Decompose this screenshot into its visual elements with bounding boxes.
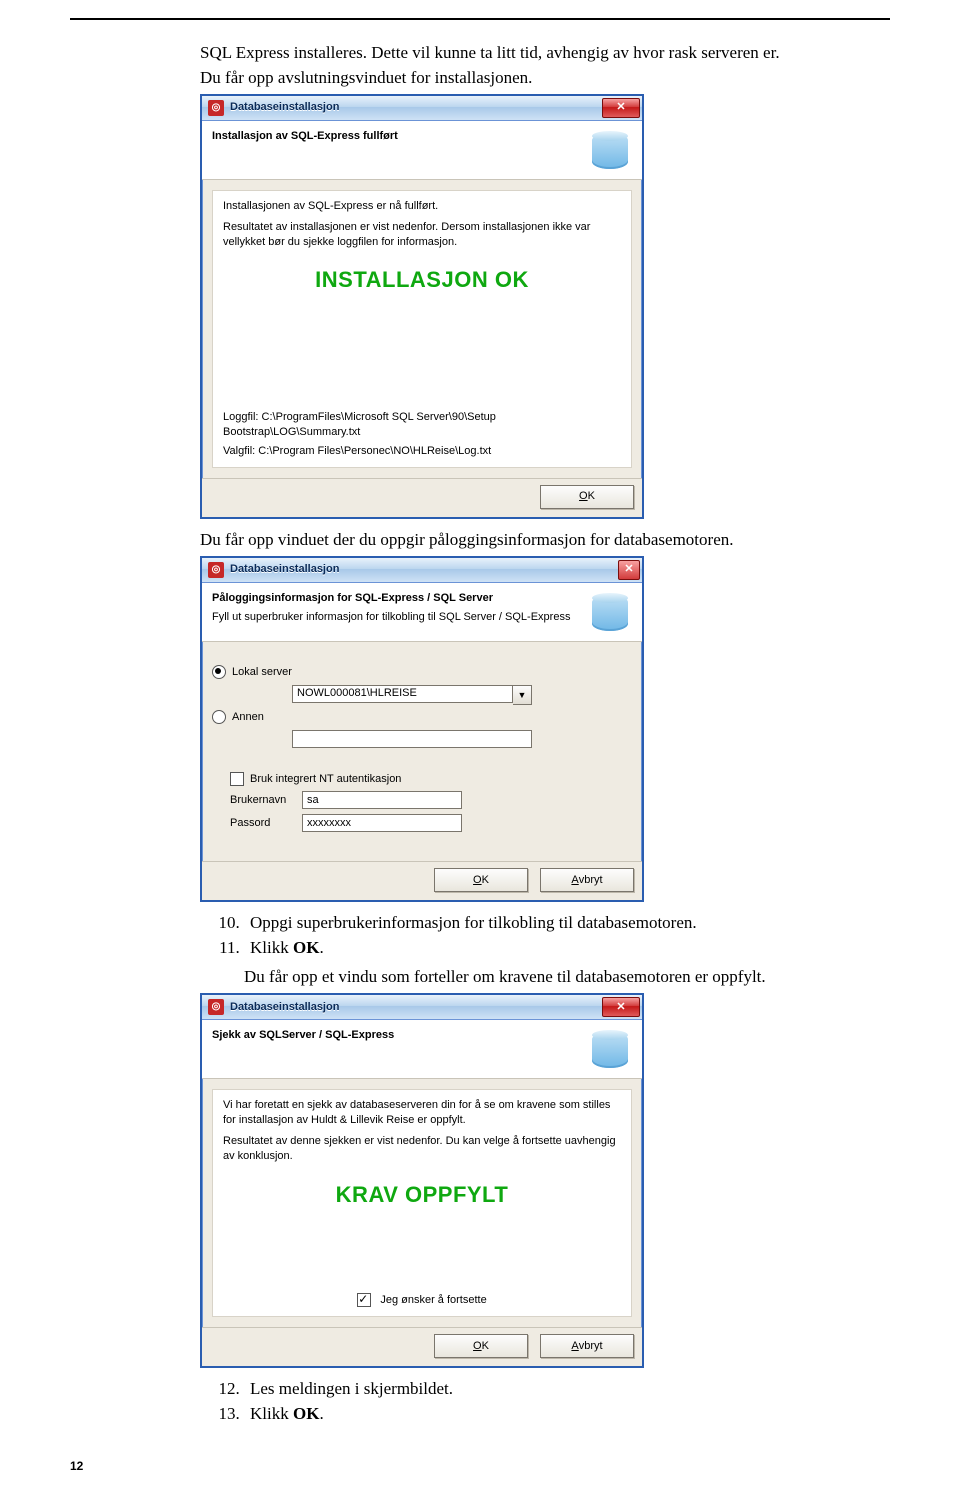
page-number: 12 (70, 1459, 83, 1473)
database-icon (588, 591, 632, 635)
dialog-heading: Påloggingsinformasjon for SQL-Express / … (212, 591, 578, 606)
window-title: Databaseinstallasjon (230, 100, 602, 115)
step-list: Oppgi superbrukerinformasjon for tilkobl… (200, 912, 800, 960)
nt-auth-checkbox[interactable] (230, 772, 244, 786)
page-top-rule (70, 18, 890, 20)
radio-local-server[interactable] (212, 665, 226, 679)
intro-text-2: Du får opp avslutningsvinduet for instal… (200, 67, 800, 90)
check-line-2: Resultatet av denne sjekken er vist nede… (223, 1134, 621, 1164)
info-line-1: Installasjonen av SQL-Express er nå full… (223, 199, 621, 214)
step-list-2: Les meldingen i skjermbildet. Klikk OK. (200, 1378, 800, 1426)
ok-button[interactable]: OK (434, 1334, 528, 1358)
chevron-down-icon[interactable]: ▼ (513, 685, 532, 705)
intro-text-1: SQL Express installeres. Dette vil kunne… (200, 42, 800, 65)
dialog-login-info: ◎ Databaseinstallasjon ✕ Påloggingsinfor… (200, 556, 644, 903)
ok-button[interactable]: OK (434, 868, 528, 892)
close-button[interactable]: ✕ (618, 560, 640, 580)
after-win1-text: Du får opp vinduet der du oppgir påloggi… (200, 529, 800, 552)
logfile-row: Loggfil: C:\ProgramFiles\Microsoft SQL S… (223, 410, 621, 440)
close-icon: ✕ (616, 100, 625, 115)
dialog-install-complete: ◎ Databaseinstallasjon ✕ Installasjon av… (200, 94, 644, 519)
status-banner: INSTALLASJON OK (223, 265, 621, 295)
radio-other-server[interactable] (212, 710, 226, 724)
other-server-input[interactable] (292, 730, 532, 748)
local-server-value[interactable]: NOWL000081\HLREISE (292, 685, 513, 703)
optfile-path: C:\Program Files\Personec\NO\HLReise\Log… (258, 445, 491, 457)
username-label: Brukernavn (230, 793, 302, 808)
local-server-combo[interactable]: NOWL000081\HLREISE ▼ (292, 685, 532, 705)
step-10: Oppgi superbrukerinformasjon for tilkobl… (244, 912, 800, 935)
database-icon (588, 129, 632, 173)
app-icon: ◎ (208, 100, 224, 116)
dialog-heading: Sjekk av SQLServer / SQL-Express (212, 1028, 578, 1043)
info-line-2: Resultatet av installasjonen er vist ned… (223, 220, 621, 250)
password-input[interactable]: xxxxxxxx (302, 814, 462, 832)
username-input[interactable]: sa (302, 791, 462, 809)
status-banner: KRAV OPPFYLT (223, 1180, 621, 1210)
radio-local-label: Lokal server (232, 665, 292, 680)
titlebar[interactable]: ◎ Databaseinstallasjon ✕ (202, 96, 642, 121)
close-button[interactable]: ✕ (602, 98, 640, 118)
window-title: Databaseinstallasjon (230, 562, 618, 577)
optfile-row: Valgfil: C:\Program Files\Personec\NO\HL… (223, 444, 621, 459)
close-icon: ✕ (616, 1000, 625, 1015)
optfile-label: Valgfil: (223, 445, 255, 457)
close-icon: ✕ (624, 562, 633, 577)
cancel-button[interactable]: Avbryt (540, 1334, 634, 1358)
database-icon (588, 1028, 632, 1072)
ok-button[interactable]: OK (540, 485, 634, 509)
logfile-path: C:\ProgramFiles\Microsoft SQL Server\90\… (223, 411, 496, 438)
continue-checkbox[interactable] (357, 1293, 371, 1307)
step-13: Klikk OK. (244, 1403, 800, 1426)
logfile-label: Loggfil: (223, 411, 258, 423)
check-line-1: Vi har foretatt en sjekk av databaseserv… (223, 1098, 621, 1128)
step-12: Les meldingen i skjermbildet. (244, 1378, 800, 1401)
continue-label: Jeg ønsker å fortsette (380, 1294, 486, 1306)
password-label: Passord (230, 816, 302, 831)
dialog-subheading: Fyll ut superbruker informasjon for tilk… (212, 610, 578, 625)
app-icon: ◎ (208, 999, 224, 1015)
window-title: Databaseinstallasjon (230, 1000, 602, 1015)
titlebar[interactable]: ◎ Databaseinstallasjon ✕ (202, 995, 642, 1020)
cancel-button[interactable]: Avbryt (540, 868, 634, 892)
dialog-requirements-check: ◎ Databaseinstallasjon ✕ Sjekk av SQLSer… (200, 993, 644, 1368)
radio-other-label: Annen (232, 710, 264, 725)
step-11: Klikk OK. (244, 937, 800, 960)
dialog-heading: Installasjon av SQL-Express fullført (212, 129, 578, 144)
nt-auth-label: Bruk integrert NT autentikasjon (250, 772, 401, 787)
after-steps-text: Du får opp et vindu som forteller om kra… (244, 966, 800, 989)
close-button[interactable]: ✕ (602, 997, 640, 1017)
titlebar[interactable]: ◎ Databaseinstallasjon ✕ (202, 558, 642, 583)
app-icon: ◎ (208, 562, 224, 578)
